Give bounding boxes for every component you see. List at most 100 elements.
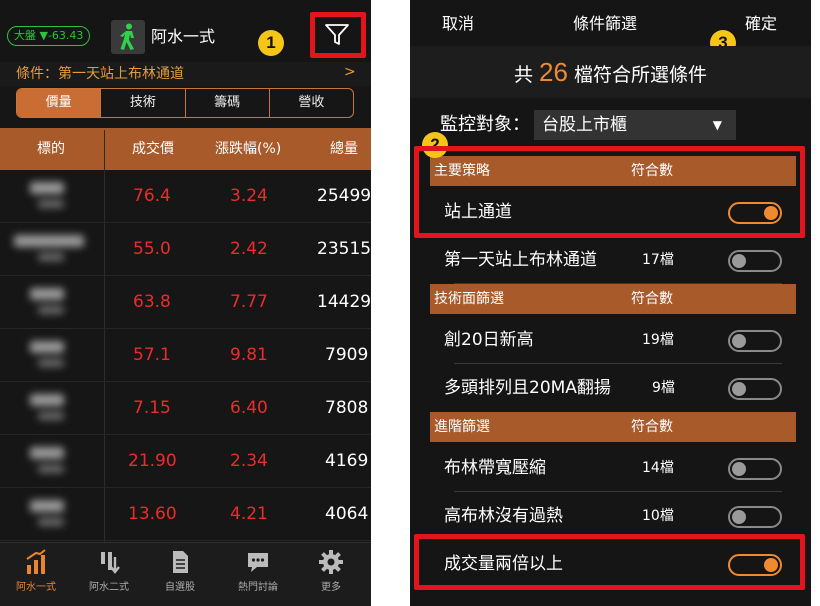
row-price: 13.60: [128, 504, 177, 524]
list-item[interactable]: 多頭排列且20MA翻揚 9檔: [430, 364, 796, 412]
row-price: 63.8: [133, 292, 171, 312]
item-count: 14檔: [642, 460, 674, 476]
nav-label: 熱門討論: [238, 582, 278, 593]
app-title: 阿水一式: [151, 27, 216, 46]
blurred-stock-name: [12, 284, 92, 320]
nav-item-ashui-one[interactable]: 阿水一式: [6, 549, 66, 593]
chat-bubble-icon: [248, 553, 268, 572]
header-symbol[interactable]: 標的: [37, 139, 65, 159]
blurred-stock-name: [12, 178, 92, 214]
nav-item-more[interactable]: 更多: [301, 549, 361, 593]
table-row[interactable]: 76.4 3.24 25499: [0, 170, 371, 223]
left-header: 大盤 ▼-63.43 阿水一式 1: [0, 0, 371, 62]
walking-man-icon: [111, 20, 145, 54]
row-volume: 7909: [325, 345, 369, 365]
toggle-switch[interactable]: [728, 506, 782, 528]
bottom-nav: 阿水一式 阿水二式 自選股 熱門討論 更多: [0, 542, 371, 606]
nav-label: 阿水一式: [16, 582, 56, 593]
monitor-target-select[interactable]: 台股上市櫃 ▼: [534, 110, 736, 140]
section-count-header: 符合數: [631, 291, 673, 307]
section-header-technical: 技術面篩選 符合數: [430, 284, 796, 314]
table-row[interactable]: 13.60 4.21 4064: [0, 488, 371, 541]
bar-chart-down-icon: [101, 552, 120, 574]
right-screen: 取消 條件篩選 確定 3 共 26 檔符合所選條件 監控對象： 台股上市櫃 ▼ …: [410, 0, 811, 606]
category-tabs: 價量 技術 籌碼 營收: [16, 88, 354, 118]
row-change: 3.24: [230, 186, 268, 206]
row-price: 76.4: [133, 186, 171, 206]
section-title: 技術面篩選: [434, 291, 504, 307]
section-header-advanced: 進階篩選 符合數: [430, 412, 796, 442]
toggle-switch[interactable]: [728, 458, 782, 480]
row-price: 55.0: [133, 239, 171, 259]
item-count: 9檔: [652, 380, 675, 396]
row-volume: 23515: [317, 239, 371, 259]
row-change: 2.42: [230, 239, 268, 259]
row-volume: 14429: [317, 292, 371, 312]
section-count-header: 符合數: [631, 419, 673, 435]
list-item[interactable]: 高布林沒有過熱 10檔: [430, 492, 796, 540]
item-label: 第一天站上布林通道: [444, 250, 597, 270]
header-change[interactable]: 漲跌幅(%): [215, 139, 281, 159]
row-change: 9.81: [230, 345, 268, 365]
toggle-switch[interactable]: [728, 250, 782, 272]
nav-item-ashui-two[interactable]: 阿水二式: [79, 549, 139, 593]
table-row[interactable]: 63.8 7.77 14429: [0, 276, 371, 329]
tab-revenue[interactable]: 營收: [268, 89, 353, 117]
row-change: 4.21: [230, 504, 268, 524]
header-price[interactable]: 成交價: [132, 139, 174, 159]
condition-bar[interactable]: 條件：第一天站上布林通道 >: [0, 62, 371, 86]
table-header: 標的 成交價 漲跌幅(%) 總量: [0, 128, 371, 170]
item-label: 創20日新高: [444, 330, 534, 350]
row-change: 2.34: [230, 451, 268, 471]
gear-icon: [319, 550, 343, 574]
section-title: 進階篩選: [434, 419, 490, 435]
count-prefix: 共: [513, 64, 533, 86]
confirm-button[interactable]: 確定: [745, 14, 777, 34]
blurred-stock-name: [12, 496, 92, 532]
document-icon: [173, 551, 188, 573]
row-price: 7.15: [133, 398, 171, 418]
row-volume: 4169: [325, 451, 369, 471]
tab-chips[interactable]: 籌碼: [184, 89, 269, 117]
condition-text: 條件：第一天站上布林通道: [16, 66, 184, 82]
caret-down-icon: ▼: [712, 118, 722, 132]
nav-item-hot-discussion[interactable]: 熱門討論: [228, 549, 288, 593]
header-volume[interactable]: 總量: [330, 139, 358, 159]
list-item[interactable]: 布林帶寬壓縮 14檔: [430, 444, 796, 492]
blurred-stock-name: [12, 231, 92, 267]
page-title: 條件篩選: [573, 14, 638, 33]
row-change: 7.77: [230, 292, 268, 312]
row-price: 21.90: [128, 451, 177, 471]
table-row[interactable]: 55.0 2.42 23515: [0, 223, 371, 276]
row-volume: 7808: [325, 398, 369, 418]
screenshot-stage: 大盤 ▼-63.43 阿水一式 1 條件：第一天站上布林通道 > 價量 技術 籌…: [0, 0, 820, 606]
list-item[interactable]: 第一天站上布林通道 17檔: [430, 236, 796, 284]
item-count: 17檔: [642, 252, 674, 268]
filter-button[interactable]: [310, 12, 366, 58]
toggle-switch[interactable]: [728, 378, 782, 400]
list-item[interactable]: 創20日新高 19檔: [430, 316, 796, 364]
nav-label: 阿水二式: [89, 582, 129, 593]
market-index-badge[interactable]: 大盤 ▼-63.43: [7, 26, 91, 46]
nav-item-watchlist[interactable]: 自選股: [150, 549, 210, 593]
item-count: 10檔: [642, 508, 674, 524]
filter-header: 取消 條件篩選 確定: [410, 0, 811, 46]
nav-label: 更多: [321, 582, 341, 593]
item-count: 19檔: [642, 332, 674, 348]
match-count: 26: [539, 57, 568, 87]
monitor-label: 監控對象：: [440, 114, 530, 135]
count-suffix: 檔符合所選條件: [574, 64, 708, 86]
tab-technical[interactable]: 技術: [100, 89, 184, 117]
toggle-switch[interactable]: [728, 330, 782, 352]
table-row[interactable]: 57.1 9.81 7909: [0, 329, 371, 382]
filter-icon: [325, 24, 349, 45]
annotation-highlight-strategy: [414, 146, 805, 238]
table-row[interactable]: 21.90 2.34 4169: [0, 435, 371, 488]
match-count-banner: 共 26 檔符合所選條件: [410, 46, 811, 98]
bar-chart-up-icon: [26, 549, 46, 574]
tab-price-volume[interactable]: 價量: [17, 89, 101, 117]
cancel-button[interactable]: 取消: [442, 14, 474, 34]
table-row[interactable]: 7.15 6.40 7808: [0, 382, 371, 435]
left-screen: 大盤 ▼-63.43 阿水一式 1 條件：第一天站上布林通道 > 價量 技術 籌…: [0, 0, 371, 606]
row-change: 6.40: [230, 398, 268, 418]
